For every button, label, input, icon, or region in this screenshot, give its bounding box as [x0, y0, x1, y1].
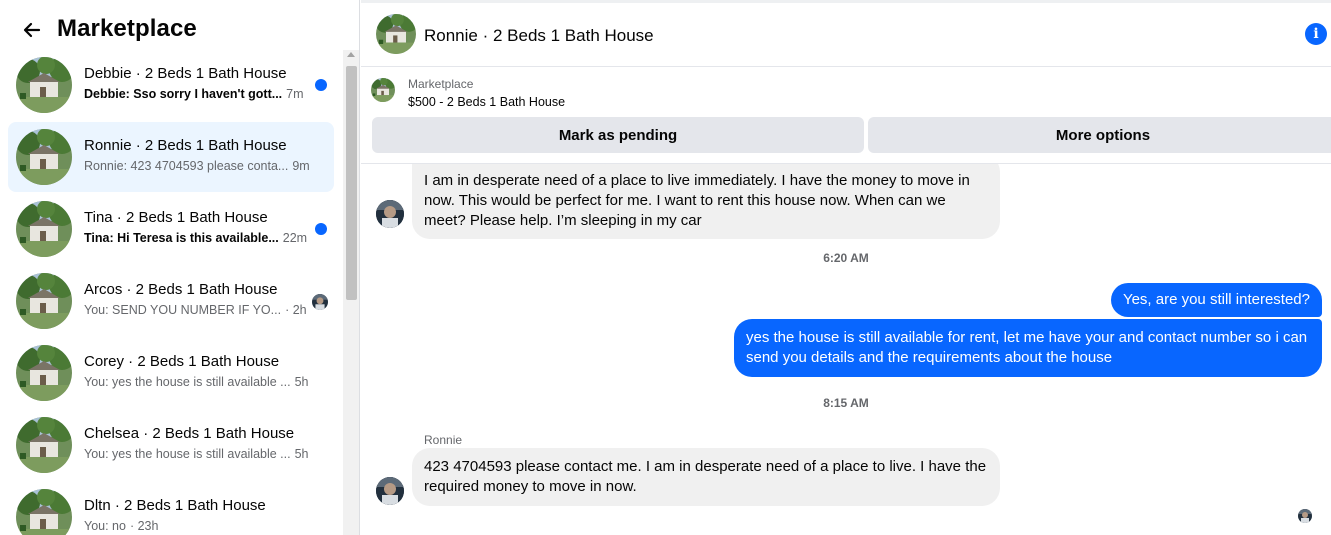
chat-title[interactable]: Ronnie · 2 Beds 1 Bath House	[424, 26, 654, 46]
message-timestamp: 6:20 AM	[823, 251, 869, 265]
conversation-name: Chelsea · 2 Beds 1 Bath House	[84, 425, 295, 442]
more-options-button[interactable]: More options	[868, 117, 1331, 153]
mark-as-pending-button[interactable]: Mark as pending	[372, 117, 864, 153]
scroll-up-arrow-icon[interactable]	[347, 52, 355, 57]
listing-price-title[interactable]: $500 - 2 Beds 1 Bath House	[408, 95, 565, 109]
sender-name: Ronnie	[424, 433, 463, 447]
listing-small-thumbnail[interactable]	[371, 78, 395, 102]
back-arrow-icon	[23, 22, 41, 38]
conversation-item[interactable]: Debbie · 2 Beds 1 Bath House Debbie: Sso…	[8, 50, 334, 120]
preview-time: · 23h	[129, 519, 159, 533]
preview-time: 9m	[292, 159, 310, 173]
preview-text: You: no	[84, 519, 126, 533]
chat-panel: Ronnie · 2 Beds 1 Bath House i Marketpla…	[361, 0, 1331, 535]
conversation-name: Arcos · 2 Beds 1 Bath House	[84, 281, 278, 298]
listing-bar: Marketplace $500 - 2 Beds 1 Bath House M…	[361, 68, 1331, 164]
sender-avatar[interactable]	[376, 477, 404, 505]
conversation-item[interactable]: Dltn · 2 Beds 1 Bath House You: no · 23h	[8, 482, 334, 535]
preview-text: Debbie: Sso sorry I haven't gott...	[84, 87, 283, 101]
chat-header: Ronnie · 2 Beds 1 Bath House i	[361, 3, 1331, 67]
outgoing-message: Yes, are you still interested?	[1110, 283, 1322, 317]
conversation-sidebar: Marketplace Debbie · 2 Beds 1 Bath House…	[0, 0, 360, 535]
preview-time: 7m	[286, 87, 304, 101]
chat-header-thumbnail[interactable]	[376, 14, 416, 54]
conversation-preview: You: yes the house is still available ..…	[84, 375, 309, 389]
sidebar-scrollbar[interactable]	[343, 50, 359, 535]
listing-thumbnail	[16, 345, 72, 401]
listing-thumbnail	[16, 489, 72, 535]
conversation-item[interactable]: Chelsea · 2 Beds 1 Bath House You: yes t…	[8, 410, 334, 480]
back-button[interactable]	[16, 14, 48, 46]
conversation-item[interactable]: Corey · 2 Beds 1 Bath House You: yes the…	[8, 338, 334, 408]
preview-time: 5h	[294, 447, 309, 461]
outgoing-message: yes the house is still available for ren…	[734, 319, 1322, 377]
info-icon[interactable]: i	[1305, 23, 1327, 45]
conversation-preview: Ronnie: 423 4704593 please conta... 9m	[84, 159, 310, 173]
conversation-name: Dltn · 2 Beds 1 Bath House	[84, 497, 266, 514]
conversation-preview: Debbie: Sso sorry I haven't gott... 7m	[84, 87, 304, 101]
unread-dot-icon	[315, 223, 327, 235]
incoming-message: 423 4704593 please contact me. I am in d…	[412, 448, 1000, 506]
conversation-name: Ronnie · 2 Beds 1 Bath House	[84, 137, 287, 154]
conversation-name: Debbie · 2 Beds 1 Bath House	[84, 65, 287, 82]
listing-label: Marketplace	[408, 77, 474, 91]
preview-text: You: yes the house is still available ..…	[84, 375, 291, 389]
conversation-preview: You: no · 23h	[84, 519, 158, 533]
preview-time: · 2h	[285, 303, 307, 317]
conversation-name: Tina · 2 Beds 1 Bath House	[84, 209, 268, 226]
conversation-item[interactable]: Tina · 2 Beds 1 Bath House Tina: Hi Tere…	[8, 194, 334, 264]
read-receipt-avatar-icon	[1298, 509, 1312, 523]
preview-text: Ronnie: 423 4704593 please conta...	[84, 159, 289, 173]
preview-text: You: yes the house is still available ..…	[84, 447, 291, 461]
conversation-preview: Tina: Hi Teresa is this available... 22m	[84, 231, 307, 245]
seen-avatar-icon	[312, 294, 328, 310]
sender-avatar[interactable]	[376, 200, 404, 228]
listing-thumbnail	[16, 129, 72, 185]
conversation-item[interactable]: Arcos · 2 Beds 1 Bath House You: SEND YO…	[8, 266, 334, 336]
conversation-preview: You: SEND YOU NUMBER IF YO... · 2h	[84, 303, 307, 317]
listing-thumbnail	[16, 417, 72, 473]
sidebar-title: Marketplace	[57, 15, 197, 42]
listing-thumbnail	[16, 201, 72, 257]
conversation-item[interactable]: Ronnie · 2 Beds 1 Bath House Ronnie: 423…	[8, 122, 334, 192]
conversation-name: Corey · 2 Beds 1 Bath House	[84, 353, 280, 370]
conversation-list: Debbie · 2 Beds 1 Bath House Debbie: Sso…	[0, 50, 342, 535]
unread-dot-icon	[315, 79, 327, 91]
message-thread: I am in desperate need of a place to liv…	[361, 164, 1331, 535]
listing-thumbnail	[16, 57, 72, 113]
scrollbar-thumb[interactable]	[346, 66, 357, 300]
listing-thumbnail	[16, 273, 72, 329]
preview-text: Tina: Hi Teresa is this available...	[84, 231, 279, 245]
preview-time: 5h	[294, 375, 309, 389]
preview-text: You: SEND YOU NUMBER IF YO...	[84, 303, 282, 317]
message-timestamp: 8:15 AM	[823, 396, 869, 410]
conversation-preview: You: yes the house is still available ..…	[84, 447, 309, 461]
preview-time: 22m	[282, 231, 308, 245]
incoming-message: I am in desperate need of a place to liv…	[412, 164, 1000, 239]
